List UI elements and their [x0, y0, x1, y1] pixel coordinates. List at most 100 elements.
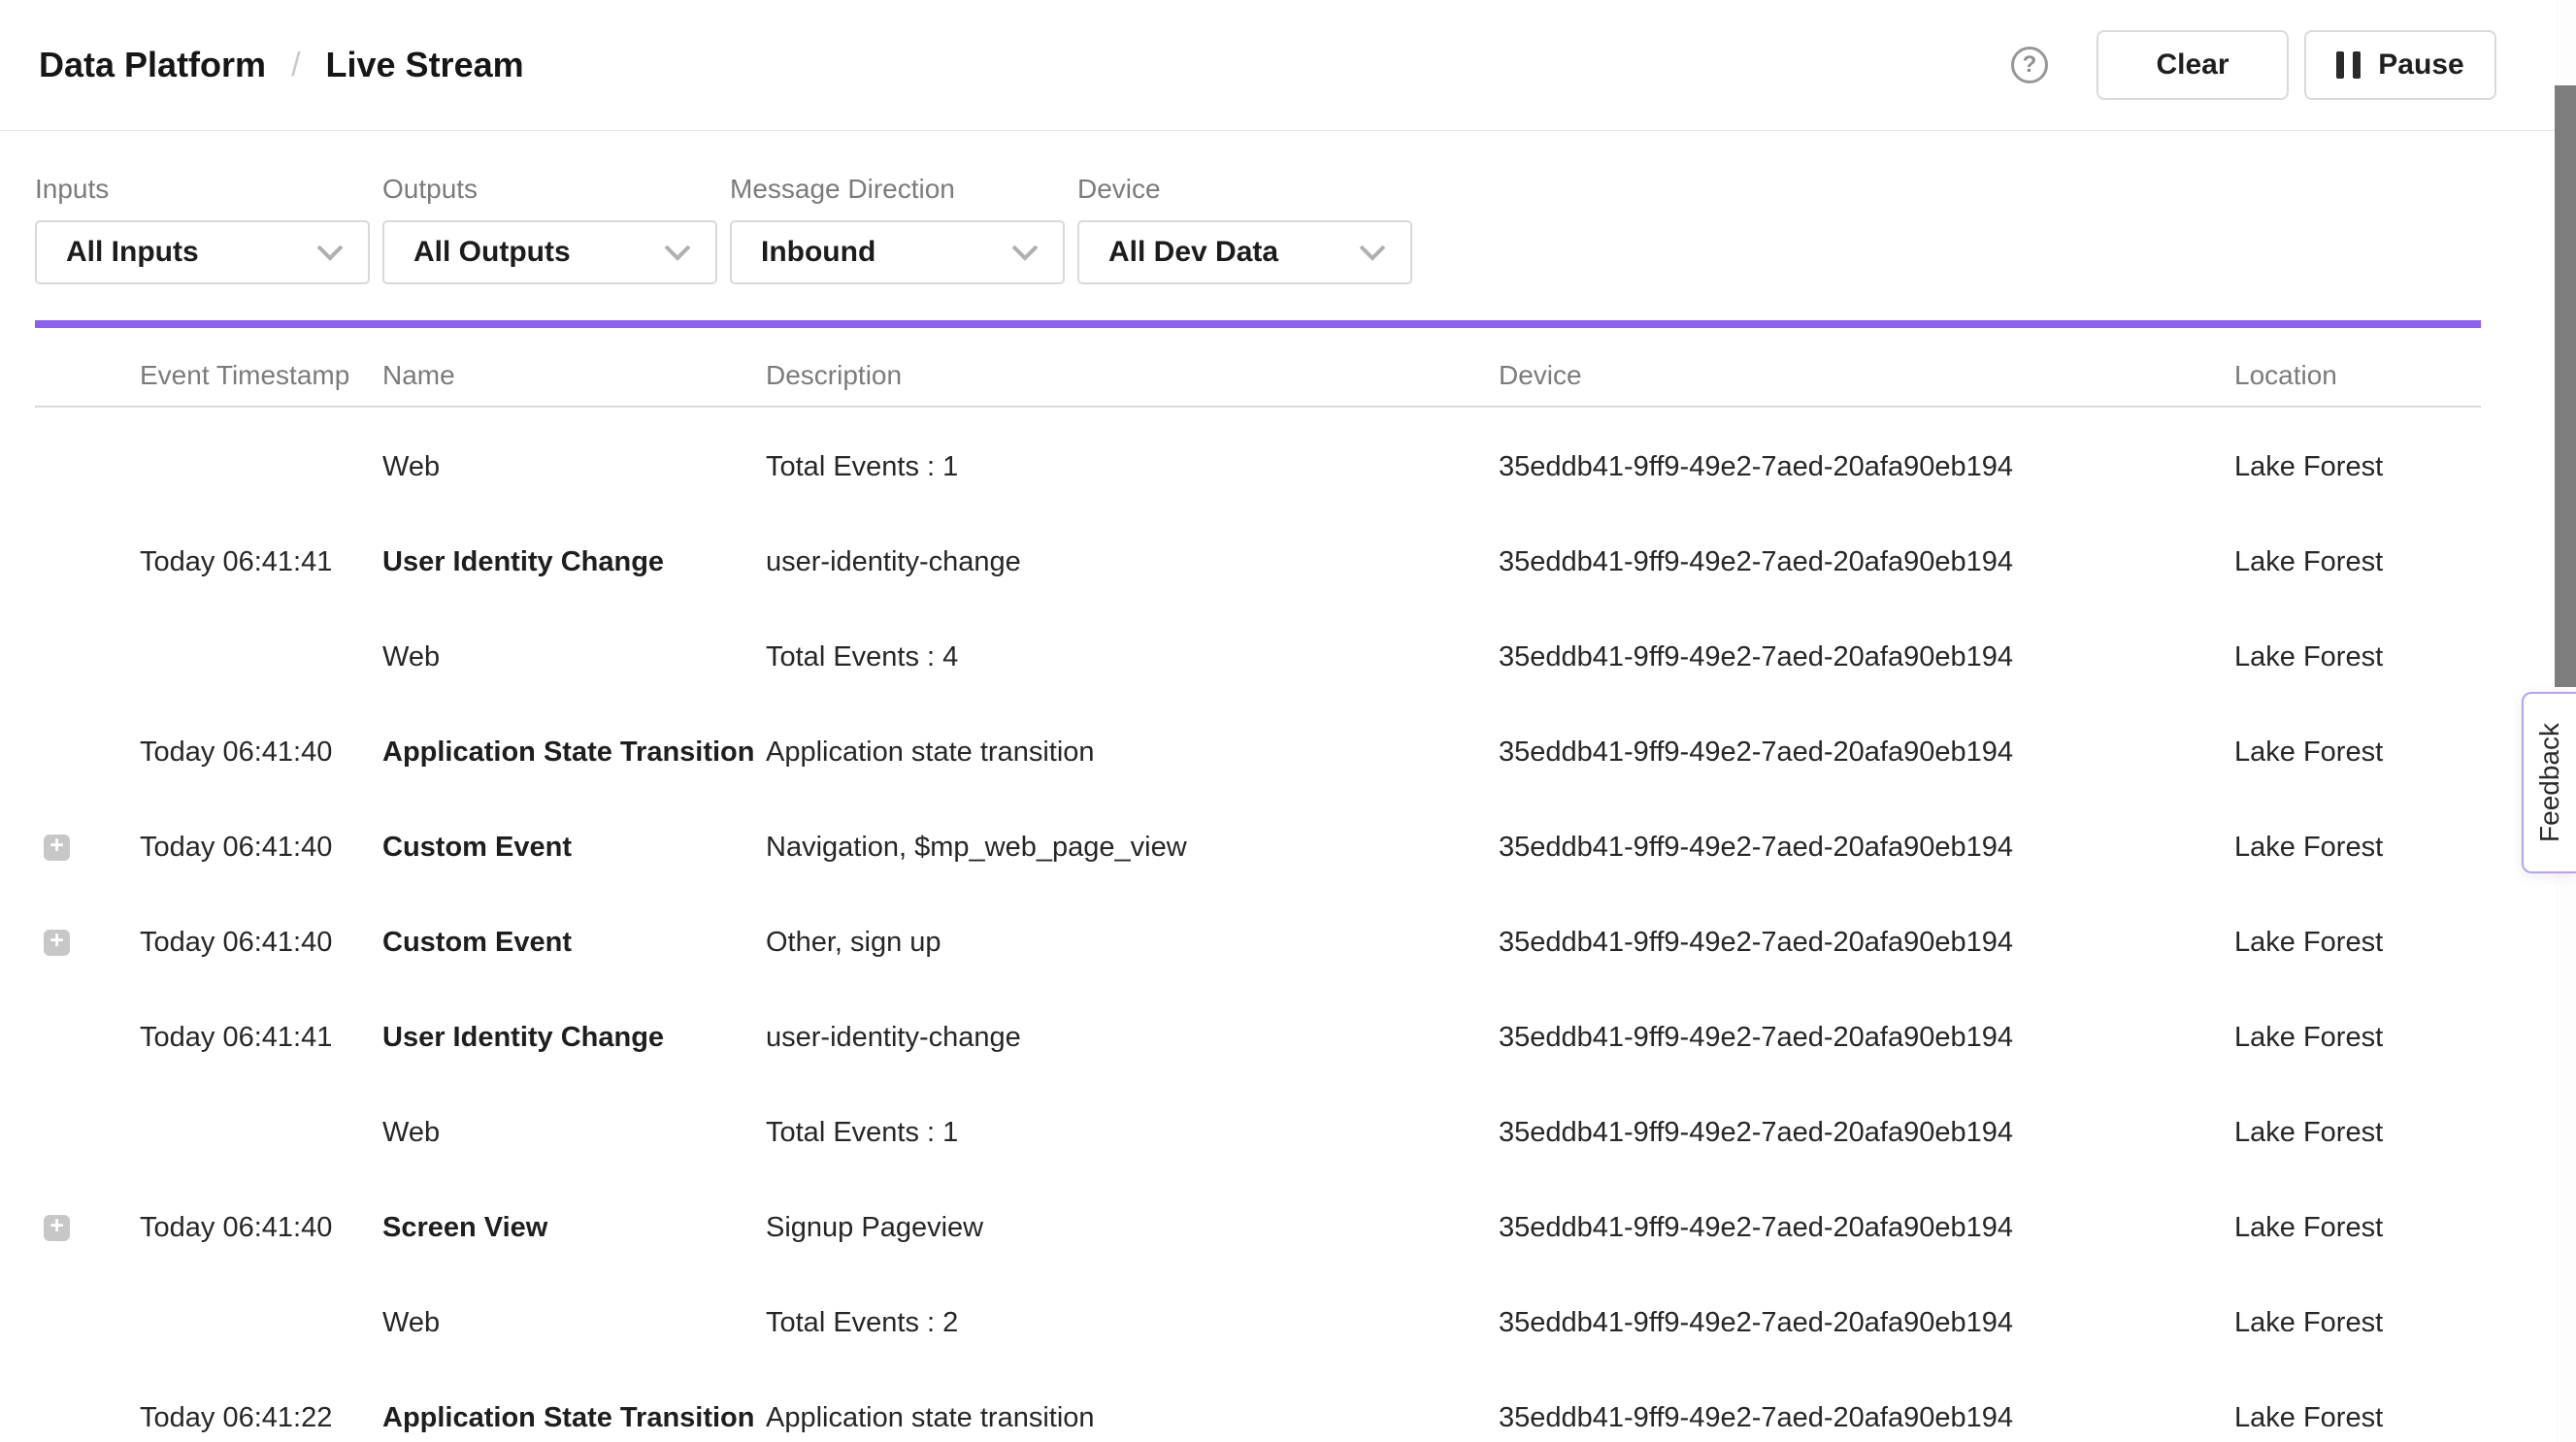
- row-expander-cell: +: [35, 1215, 140, 1241]
- table-row[interactable]: Today 06:41:22Application State Transiti…: [35, 1370, 2481, 1442]
- device-select[interactable]: All Dev Data: [1077, 220, 1412, 284]
- breadcrumb-section[interactable]: Data Platform: [39, 45, 266, 85]
- table-body: WebTotal Events : 135eddb41-9ff9-49e2-7a…: [35, 408, 2481, 1442]
- column-header-device: Device: [1499, 360, 2234, 391]
- cell-device: 35eddb41-9ff9-49e2-7aed-20afa90eb194: [1499, 451, 2234, 483]
- table-row[interactable]: WebTotal Events : 435eddb41-9ff9-49e2-7a…: [35, 609, 2481, 705]
- column-header-description: Description: [766, 360, 1499, 391]
- pause-button-label: Pause: [2378, 49, 2463, 82]
- table-row[interactable]: WebTotal Events : 135eddb41-9ff9-49e2-7a…: [35, 419, 2481, 514]
- cell-description: Signup Pageview: [766, 1212, 1499, 1244]
- filters-bar: Inputs All Inputs Outputs All Outputs Me…: [0, 131, 2576, 284]
- chevron-down-icon: [663, 244, 692, 261]
- accent-divider: [35, 320, 2481, 328]
- cell-event-timestamp: Today 06:41:40: [140, 1212, 382, 1244]
- table-row[interactable]: Today 06:41:40Application State Transiti…: [35, 705, 2481, 800]
- clear-button[interactable]: Clear: [2097, 30, 2289, 100]
- cell-description: Total Events : 4: [766, 641, 1499, 673]
- cell-event-timestamp: Today 06:41:40: [140, 927, 382, 959]
- help-icon[interactable]: ?: [2011, 47, 2048, 83]
- events-table: Event Timestamp Name Description Device …: [35, 328, 2481, 1442]
- cell-location: Lake Forest: [2234, 641, 2481, 673]
- cell-device: 35eddb41-9ff9-49e2-7aed-20afa90eb194: [1499, 546, 2234, 578]
- cell-device: 35eddb41-9ff9-49e2-7aed-20afa90eb194: [1499, 737, 2234, 769]
- chevron-down-icon: [1358, 244, 1387, 261]
- pause-button[interactable]: Pause: [2304, 30, 2496, 100]
- scrollbar-thumb[interactable]: [2555, 85, 2576, 687]
- table-header-row: Event Timestamp Name Description Device …: [35, 328, 2481, 408]
- filter-outputs: Outputs All Outputs: [382, 176, 717, 284]
- breadcrumb-current-page: Live Stream: [326, 45, 524, 85]
- top-bar: Data Platform / Live Stream ? Clear Paus…: [0, 0, 2576, 131]
- cell-device: 35eddb41-9ff9-49e2-7aed-20afa90eb194: [1499, 927, 2234, 959]
- cell-event-timestamp: Today 06:41:41: [140, 546, 382, 578]
- row-expander-cell: +: [35, 835, 140, 861]
- cell-event-timestamp: Today 06:41:41: [140, 1022, 382, 1054]
- cell-event-timestamp: Today 06:41:22: [140, 1402, 382, 1434]
- filter-device: Device All Dev Data: [1077, 176, 1412, 284]
- cell-description: Application state transition: [766, 1402, 1499, 1434]
- row-expander-cell: +: [35, 930, 140, 956]
- filter-label: Device: [1077, 176, 1412, 203]
- table-row[interactable]: + Today 06:41:40Custom EventNavigation, $…: [35, 800, 2481, 895]
- cell-name: Web: [382, 641, 766, 673]
- cell-event-timestamp: Today 06:41:40: [140, 832, 382, 864]
- cell-name: Web: [382, 451, 766, 483]
- cell-location: Lake Forest: [2234, 1022, 2481, 1054]
- cell-description: Total Events : 1: [766, 1117, 1499, 1149]
- filter-label: Outputs: [382, 176, 717, 203]
- header-actions: ? Clear Pause: [2011, 30, 2496, 100]
- cell-location: Lake Forest: [2234, 451, 2481, 483]
- cell-description: Navigation, $mp_web_page_view: [766, 832, 1499, 864]
- plus-icon: +: [50, 929, 64, 953]
- expand-row-button[interactable]: +: [44, 835, 70, 861]
- table-row[interactable]: Today 06:41:41User Identity Changeuser-i…: [35, 990, 2481, 1085]
- filter-message-direction: Message Direction Inbound: [730, 176, 1065, 284]
- cell-location: Lake Forest: [2234, 1212, 2481, 1244]
- cell-device: 35eddb41-9ff9-49e2-7aed-20afa90eb194: [1499, 1307, 2234, 1339]
- cell-name: User Identity Change: [382, 1022, 766, 1054]
- filter-label: Message Direction: [730, 176, 1065, 203]
- cell-description: Other, sign up: [766, 927, 1499, 959]
- table-row[interactable]: WebTotal Events : 135eddb41-9ff9-49e2-7a…: [35, 1085, 2481, 1180]
- device-select-value: All Dev Data: [1108, 236, 1278, 269]
- feedback-tab[interactable]: Feedback: [2522, 692, 2576, 873]
- message-direction-select-value: Inbound: [761, 236, 875, 269]
- message-direction-select[interactable]: Inbound: [730, 220, 1065, 284]
- cell-location: Lake Forest: [2234, 832, 2481, 864]
- cell-name: Application State Transition: [382, 737, 766, 769]
- table-row[interactable]: WebTotal Events : 235eddb41-9ff9-49e2-7a…: [35, 1275, 2481, 1370]
- plus-icon: +: [50, 1214, 64, 1238]
- breadcrumb: Data Platform / Live Stream: [39, 45, 524, 85]
- table-row[interactable]: + Today 06:41:40Custom EventOther, sign u…: [35, 895, 2481, 990]
- plus-icon: +: [50, 834, 64, 858]
- cell-device: 35eddb41-9ff9-49e2-7aed-20afa90eb194: [1499, 1212, 2234, 1244]
- inputs-select[interactable]: All Inputs: [35, 220, 370, 284]
- column-header-event-timestamp: Event Timestamp: [140, 360, 382, 391]
- cell-device: 35eddb41-9ff9-49e2-7aed-20afa90eb194: [1499, 1117, 2234, 1149]
- filter-inputs: Inputs All Inputs: [35, 176, 370, 284]
- cell-device: 35eddb41-9ff9-49e2-7aed-20afa90eb194: [1499, 641, 2234, 673]
- chevron-down-icon: [315, 244, 345, 261]
- cell-event-timestamp: Today 06:41:40: [140, 737, 382, 769]
- cell-location: Lake Forest: [2234, 1402, 2481, 1434]
- outputs-select[interactable]: All Outputs: [382, 220, 717, 284]
- table-row[interactable]: Today 06:41:41User Identity Changeuser-i…: [35, 514, 2481, 609]
- cell-location: Lake Forest: [2234, 737, 2481, 769]
- cell-description: user-identity-change: [766, 546, 1499, 578]
- cell-name: User Identity Change: [382, 546, 766, 578]
- cell-device: 35eddb41-9ff9-49e2-7aed-20afa90eb194: [1499, 1402, 2234, 1434]
- cell-device: 35eddb41-9ff9-49e2-7aed-20afa90eb194: [1499, 1022, 2234, 1054]
- cell-description: Application state transition: [766, 737, 1499, 769]
- expand-row-button[interactable]: +: [44, 930, 70, 956]
- outputs-select-value: All Outputs: [413, 236, 571, 269]
- pause-icon: [2336, 51, 2361, 79]
- expand-row-button[interactable]: +: [44, 1215, 70, 1241]
- cell-name: Custom Event: [382, 927, 766, 959]
- cell-description: Total Events : 2: [766, 1307, 1499, 1339]
- cell-name: Custom Event: [382, 832, 766, 864]
- table-row[interactable]: +Today 06:41:40Screen ViewSignup Pagevie…: [35, 1180, 2481, 1275]
- cell-description: user-identity-change: [766, 1022, 1499, 1054]
- cell-location: Lake Forest: [2234, 1117, 2481, 1149]
- cell-device: 35eddb41-9ff9-49e2-7aed-20afa90eb194: [1499, 832, 2234, 864]
